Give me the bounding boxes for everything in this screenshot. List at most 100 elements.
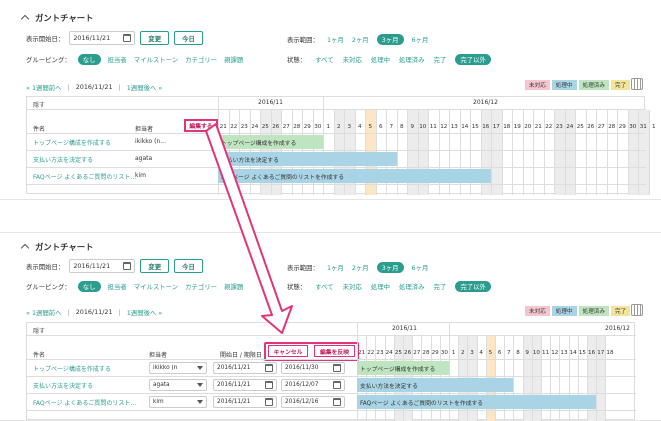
- dropdown-arrow-icon[interactable]: [197, 366, 203, 370]
- issue-link[interactable]: トップページ構成を作成する: [33, 138, 111, 147]
- range-option[interactable]: 2ヶ月: [352, 35, 369, 44]
- group-option[interactable]: カテゴリー: [185, 55, 217, 64]
- dropdown-arrow-icon[interactable]: [197, 400, 203, 404]
- calendar-icon[interactable]: [333, 364, 341, 372]
- start-date-input[interactable]: 2016/11/21: [69, 31, 136, 45]
- issue-link[interactable]: トップページ構成を作成する: [33, 364, 111, 373]
- day-label: 1: [451, 350, 456, 356]
- range-option-selected[interactable]: 3ヶ月: [376, 262, 404, 273]
- next-week-link[interactable]: 1週間後へ »: [127, 83, 163, 92]
- column-settings-icon[interactable]: [631, 304, 643, 316]
- next-week-link[interactable]: 1週間後へ »: [127, 308, 163, 317]
- month-label: 2016/12: [473, 99, 498, 106]
- range-option[interactable]: 6ヶ月: [412, 263, 429, 272]
- group-option[interactable]: 担当者: [108, 55, 127, 64]
- change-button[interactable]: 変更: [140, 259, 170, 273]
- panel-title[interactable]: ガントチャート: [20, 12, 94, 24]
- calendar-icon[interactable]: [123, 34, 132, 42]
- today-button[interactable]: 今日: [174, 259, 203, 273]
- divider: [533, 110, 534, 195]
- assignee-select[interactable]: kim: [149, 396, 207, 408]
- range-option[interactable]: 6ヶ月: [412, 35, 429, 44]
- range-option[interactable]: 1ヶ月: [327, 35, 344, 44]
- divider: [27, 133, 646, 134]
- status-option[interactable]: 完了: [434, 282, 447, 291]
- assignee-select[interactable]: agata: [149, 379, 207, 391]
- day-label: 24: [251, 124, 259, 130]
- range-option-selected[interactable]: 3ヶ月: [376, 34, 404, 45]
- day-label: 24: [566, 124, 574, 130]
- due-date-input[interactable]: 2016/12/16: [281, 396, 345, 408]
- prev-week-link[interactable]: « 1週間前へ: [26, 83, 62, 92]
- today-button[interactable]: 今日: [174, 31, 203, 45]
- status-option[interactable]: 完了: [434, 55, 447, 64]
- collapse-chevron-icon[interactable]: [20, 243, 30, 253]
- status-option-selected[interactable]: 完了以外: [455, 54, 491, 65]
- calendar-icon[interactable]: [265, 381, 273, 389]
- issue-link[interactable]: 支払い方法を決定する: [33, 381, 93, 390]
- issue-link[interactable]: 支払い方法を決定する: [33, 155, 93, 164]
- calendar-icon[interactable]: [265, 398, 273, 406]
- start-date-input[interactable]: 2016/11/21: [213, 379, 277, 391]
- collapse-chevron-icon[interactable]: [20, 14, 30, 24]
- status-option[interactable]: すべて: [315, 282, 333, 291]
- group-option[interactable]: 親課題: [224, 55, 243, 64]
- calendar-icon[interactable]: [123, 262, 132, 270]
- month-label: 2016/11: [258, 99, 283, 106]
- cancel-button[interactable]: キャンセル: [268, 345, 308, 357]
- prev-week-link[interactable]: « 1週間前へ: [26, 308, 62, 317]
- range-option[interactable]: 2ヶ月: [352, 263, 369, 272]
- day-label: 29: [431, 350, 439, 356]
- range-option[interactable]: 1ヶ月: [327, 263, 344, 272]
- start-date-input[interactable]: 2016/11/21: [213, 362, 277, 374]
- issue-link[interactable]: FAQページ よくあるご質問のリスト...: [33, 172, 136, 181]
- task-bar[interactable]: FAQページ よくあるご質問のリストを作成する: [357, 395, 597, 409]
- divider: [323, 97, 324, 109]
- due-date-input[interactable]: 2016/12/07: [281, 379, 345, 391]
- column-settings-icon[interactable]: [631, 78, 643, 90]
- day-label: 26: [587, 124, 595, 130]
- dropdown-arrow-icon[interactable]: [197, 383, 203, 387]
- task-bar[interactable]: 支払い方法を決定する: [357, 378, 514, 392]
- day-label: 10: [419, 124, 427, 130]
- divider: [585, 110, 587, 195]
- status-option[interactable]: 処理中: [371, 282, 390, 291]
- task-bar[interactable]: トップページ構成を作成する: [357, 361, 449, 375]
- group-option[interactable]: カテゴリー: [185, 282, 217, 291]
- apply-edit-button[interactable]: 編集を反映: [314, 345, 355, 357]
- status-option[interactable]: 処理中: [371, 55, 390, 64]
- group-option[interactable]: マイルストーン: [134, 282, 178, 291]
- calendar-icon[interactable]: [333, 381, 341, 389]
- change-button[interactable]: 変更: [140, 31, 170, 45]
- day-label: 23: [240, 124, 248, 130]
- group-option-selected[interactable]: なし: [77, 54, 101, 65]
- group-option[interactable]: 担当者: [108, 282, 127, 291]
- task-bar[interactable]: 支払い方法を決定する: [218, 152, 397, 166]
- due-date-input[interactable]: 2016/11/30: [281, 362, 345, 374]
- status-option[interactable]: 未対応: [343, 55, 362, 64]
- status-option[interactable]: すべて: [315, 55, 333, 64]
- hide-toggle[interactable]: 隠す: [33, 100, 45, 109]
- grouping-selector: グルーピング： なし 担当者 マイルストーン カテゴリー 親課題: [26, 281, 244, 292]
- status-option[interactable]: 処理済み: [399, 282, 425, 291]
- edit-button[interactable]: 編集する: [184, 119, 218, 132]
- status-option[interactable]: 未対応: [343, 282, 362, 291]
- group-option-selected[interactable]: なし: [77, 281, 101, 292]
- calendar-icon[interactable]: [333, 398, 341, 406]
- day-label: 27: [597, 124, 605, 130]
- start-date-input[interactable]: 2016/11/21: [69, 259, 136, 273]
- status-option-selected[interactable]: 完了以外: [455, 281, 491, 292]
- day-label: 22: [545, 124, 553, 130]
- group-option[interactable]: マイルストーン: [134, 55, 178, 64]
- start-date-input[interactable]: 2016/11/21: [213, 396, 277, 408]
- legend-open: 未対応: [525, 306, 550, 316]
- hide-toggle[interactable]: 隠す: [33, 326, 45, 335]
- assignee-select[interactable]: ikikko (n: [149, 362, 207, 374]
- calendar-icon[interactable]: [265, 364, 273, 372]
- panel-title[interactable]: ガントチャート: [20, 241, 94, 253]
- task-bar[interactable]: FAQページ よくあるご質問のリストを作成する: [218, 169, 491, 183]
- group-option[interactable]: 親課題: [224, 282, 243, 291]
- status-option[interactable]: 処理済み: [399, 55, 425, 64]
- task-bar[interactable]: トップページ構成を作成する: [218, 135, 323, 149]
- issue-link[interactable]: FAQページ よくあるご質問のリスト...: [33, 398, 136, 407]
